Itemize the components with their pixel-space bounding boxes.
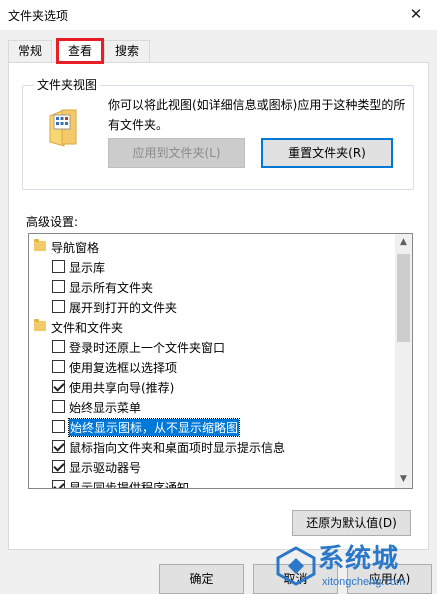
list-item-label[interactable]: 登录时还原上一个文件夹窗口 [69, 339, 225, 356]
list-item[interactable]: 始终显示菜单 [29, 396, 396, 416]
watermark-brand: 系统城 [318, 544, 400, 574]
watermark: 系统城 xitongcheng.com [270, 538, 437, 594]
scroll-thumb[interactable] [397, 254, 410, 342]
list-item[interactable]: 展开到打开的文件夹 [29, 296, 396, 316]
list-item-label[interactable]: 使用复选框以选择项 [69, 359, 177, 376]
tab-view[interactable]: 查看 [56, 38, 104, 64]
checkbox-checked[interactable] [52, 380, 65, 393]
list-item-label[interactable]: 始终显示菜单 [69, 399, 141, 416]
ok-button[interactable]: 确定 [159, 564, 244, 594]
list-item-label[interactable]: 始终显示图标，从不显示缩略图 [67, 418, 241, 437]
checkbox[interactable] [52, 420, 65, 433]
list-item-label[interactable]: 展开到打开的文件夹 [69, 299, 177, 316]
list-item[interactable]: 使用复选框以选择项 [29, 356, 396, 376]
checkbox-checked[interactable] [52, 440, 65, 453]
scroll-up-arrow-icon[interactable]: ▲ [395, 234, 412, 251]
list-item-selected[interactable]: 始终显示图标，从不显示缩略图 [29, 416, 396, 437]
list-item[interactable]: 登录时还原上一个文件夹窗口 [29, 336, 396, 356]
reset-folders-button[interactable]: 重置文件夹(R) [261, 138, 393, 168]
list-item[interactable]: 显示库 [29, 256, 396, 276]
advanced-settings-list[interactable]: 导航窗格 显示库 显示所有文件夹 展开到打开的文件夹 文件和文件夹 登录时还原上… [28, 233, 413, 489]
advanced-settings-label: 高级设置: [26, 215, 79, 229]
window-title: 文件夹选项 [8, 9, 69, 23]
checkbox-checked[interactable] [52, 460, 65, 473]
list-item-label[interactable]: 鼠标指向文件夹和桌面项时显示提示信息 [69, 439, 285, 456]
list-item[interactable]: 显示所有文件夹 [29, 276, 396, 296]
tab-search[interactable]: 搜索 [104, 40, 150, 62]
list-item[interactable]: 显示同步提供程序通知 [29, 476, 396, 488]
list-item-label: 导航窗格 [51, 241, 100, 255]
checkbox[interactable] [52, 340, 65, 353]
tab-general[interactable]: 常规 [8, 40, 52, 62]
folder-views-title: 文件夹视图 [34, 76, 101, 93]
scroll-down-arrow-icon[interactable]: ▼ [395, 471, 412, 488]
vertical-scrollbar[interactable]: ▲ ▼ [395, 234, 412, 488]
folder-icon [34, 319, 46, 331]
apply-to-folders-button[interactable]: 应用到文件夹(L) [108, 138, 245, 168]
folder-view-icon [49, 109, 77, 147]
close-icon[interactable]: ✕ [405, 3, 427, 25]
watermark-url: xitongcheng.com [322, 576, 406, 588]
folder-icon [34, 239, 46, 251]
list-item[interactable]: 显示驱动器号 [29, 456, 396, 476]
checkbox[interactable] [52, 300, 65, 313]
list-item-label[interactable]: 显示所有文件夹 [69, 279, 153, 296]
checkbox-checked[interactable] [52, 480, 65, 488]
restore-defaults-button[interactable]: 还原为默认值(D) [292, 510, 411, 536]
folder-views-description: 你可以将此视图(如详细信息或图标)应用于这种类型的所有文件夹。 [108, 98, 406, 132]
checkbox[interactable] [52, 280, 65, 293]
checkbox[interactable] [52, 360, 65, 373]
list-item-label[interactable]: 显示驱动器号 [69, 459, 141, 476]
list-item-label: 文件和文件夹 [51, 321, 124, 335]
checkbox[interactable] [52, 400, 65, 413]
watermark-logo-icon [276, 546, 316, 586]
checkbox[interactable] [52, 260, 65, 273]
list-item-folder: 文件和文件夹 [29, 316, 396, 336]
title-bar: 文件夹选项 ✕ [0, 0, 437, 30]
list-item[interactable]: 使用共享向导(推荐) [29, 376, 396, 396]
list-item-folder: 导航窗格 [29, 236, 396, 256]
list-item-label[interactable]: 使用共享向导(推荐) [69, 379, 174, 396]
list-item[interactable]: 鼠标指向文件夹和桌面项时显示提示信息 [29, 436, 396, 456]
list-item-label[interactable]: 显示库 [69, 259, 105, 276]
list-item-label[interactable]: 显示同步提供程序通知 [69, 479, 189, 488]
